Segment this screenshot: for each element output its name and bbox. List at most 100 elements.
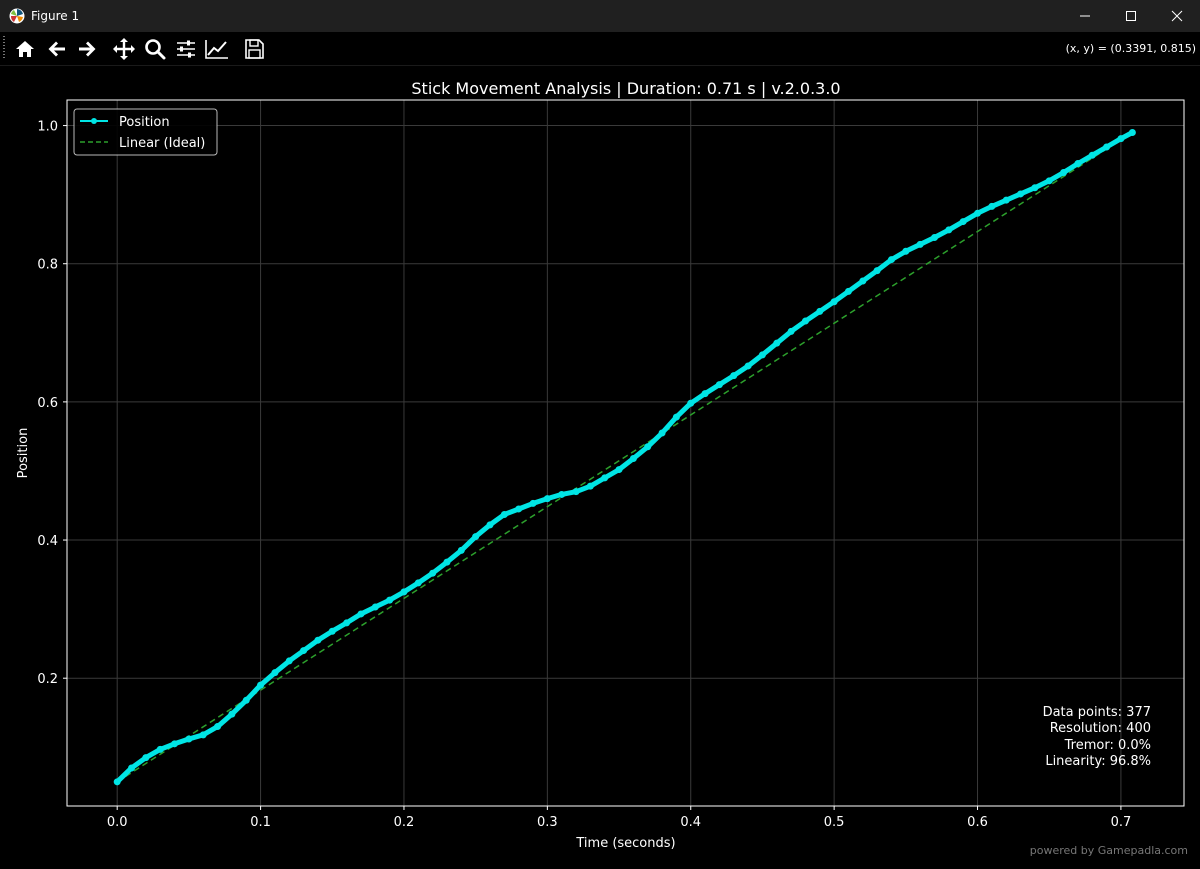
position-marker	[687, 399, 695, 407]
y-tick-label: 0.4	[37, 534, 58, 549]
position-marker	[959, 218, 967, 226]
position-marker	[142, 754, 150, 762]
position-marker	[400, 588, 408, 596]
maximize-icon	[1126, 11, 1136, 21]
close-button[interactable]	[1154, 0, 1200, 32]
y-tick-label: 0.2	[37, 672, 58, 687]
maximize-button[interactable]	[1108, 0, 1154, 32]
position-marker	[1117, 135, 1125, 143]
pan-icon	[113, 38, 135, 60]
position-marker	[156, 745, 164, 753]
configure-subplots-button[interactable]	[173, 36, 199, 62]
position-marker	[543, 495, 551, 503]
position-marker	[902, 247, 910, 255]
position-marker	[916, 240, 924, 248]
position-marker	[199, 731, 207, 739]
x-tick-label: 0.1	[250, 815, 271, 830]
back-arrow-icon	[48, 41, 65, 57]
position-marker	[801, 317, 809, 325]
home-button[interactable]	[12, 36, 38, 62]
stat-resolution: Resolution: 400	[1050, 721, 1151, 736]
position-marker	[1128, 128, 1136, 136]
window-title: Figure 1	[31, 9, 80, 23]
position-marker	[572, 488, 580, 496]
x-tick-label: 0.3	[537, 815, 558, 830]
x-ticks: 0.0 0.1 0.2 0.3 0.4 0.5 0.6 0.7	[107, 806, 1131, 830]
position-marker	[945, 226, 953, 234]
position-marker	[214, 723, 222, 731]
position-marker	[1045, 177, 1053, 185]
position-marker	[414, 579, 422, 587]
grid	[67, 100, 1184, 806]
stats-annotation: Data points: 377 Resolution: 400 Tremor:…	[1043, 705, 1151, 769]
position-marker	[486, 521, 494, 529]
ideal-line-series	[116, 131, 1133, 783]
position-marker	[113, 778, 121, 786]
position-marker	[816, 307, 824, 315]
minimize-button[interactable]	[1062, 0, 1108, 32]
position-marker	[558, 490, 566, 498]
position-marker	[357, 610, 365, 618]
position-marker	[185, 735, 193, 743]
position-marker	[443, 558, 451, 566]
position-marker	[830, 298, 838, 306]
legend-position-marker	[91, 118, 97, 124]
position-marker	[257, 681, 265, 689]
edit-axis-icon	[205, 40, 228, 59]
position-marker	[285, 657, 293, 665]
toolbar-grip[interactable]	[3, 36, 5, 60]
legend: Position Linear (Ideal)	[73, 108, 218, 156]
axes-frame	[66, 99, 1185, 807]
position-marker	[429, 569, 437, 577]
forward-arrow-icon	[79, 41, 96, 57]
x-tick-label: 0.0	[107, 815, 128, 830]
position-marker	[300, 647, 308, 655]
position-marker	[887, 256, 895, 264]
close-icon	[1171, 10, 1183, 22]
matplotlib-logo-icon	[9, 8, 25, 24]
position-marker	[615, 466, 623, 474]
position-marker	[974, 209, 982, 217]
forward-button[interactable]	[74, 36, 100, 62]
position-marker	[931, 233, 939, 241]
zoom-button[interactable]	[142, 36, 168, 62]
position-marker	[314, 636, 322, 644]
position-marker	[730, 372, 738, 380]
position-marker	[629, 455, 637, 463]
position-marker	[1074, 160, 1082, 168]
chart-svg: 0.0 0.1 0.2 0.3 0.4 0.5 0.6 0.7 0.2 0.4 0.6 0.8 1.0…	[16, 79, 1188, 857]
watermark: powered by Gamepadla.com	[1030, 844, 1188, 857]
edit-axis-button[interactable]	[204, 36, 230, 62]
cursor-coordinates: (x, y) = (0.3391, 0.815)	[1065, 42, 1196, 55]
x-tick-label: 0.4	[680, 815, 701, 830]
back-button[interactable]	[44, 36, 70, 62]
pan-button[interactable]	[111, 36, 137, 62]
position-marker	[586, 482, 594, 490]
save-button[interactable]	[241, 36, 267, 62]
figure-canvas[interactable]: 0.0 0.1 0.2 0.3 0.4 0.5 0.6 0.7 0.2 0.4 0.6 0.8 1.0…	[0, 66, 1200, 865]
position-marker	[1031, 184, 1039, 192]
position-marker	[644, 443, 652, 451]
y-tick-label: 0.6	[37, 396, 58, 411]
position-marker	[457, 546, 465, 554]
position-marker	[1002, 196, 1010, 204]
position-marker	[242, 696, 250, 704]
legend-ideal-label: Linear (Ideal)	[119, 136, 205, 151]
toolbar: (x, y) = (0.3391, 0.815)	[0, 32, 1200, 66]
configure-subplots-icon	[177, 40, 195, 58]
stat-linearity: Linearity: 96.8%	[1045, 754, 1151, 769]
position-marker	[1017, 190, 1025, 198]
position-marker	[744, 362, 752, 370]
ideal-line	[116, 131, 1133, 783]
position-marker	[515, 505, 523, 513]
position-marker	[787, 327, 795, 335]
minimize-icon	[1080, 15, 1090, 17]
position-marker	[601, 474, 609, 482]
position-marker	[529, 499, 537, 507]
position-marker	[228, 710, 236, 718]
position-marker	[658, 429, 666, 437]
stat-tremor: Tremor: 0.0%	[1064, 738, 1151, 753]
y-tick-label: 0.8	[37, 258, 58, 273]
position-marker	[1060, 169, 1068, 177]
zoom-icon	[145, 39, 166, 60]
